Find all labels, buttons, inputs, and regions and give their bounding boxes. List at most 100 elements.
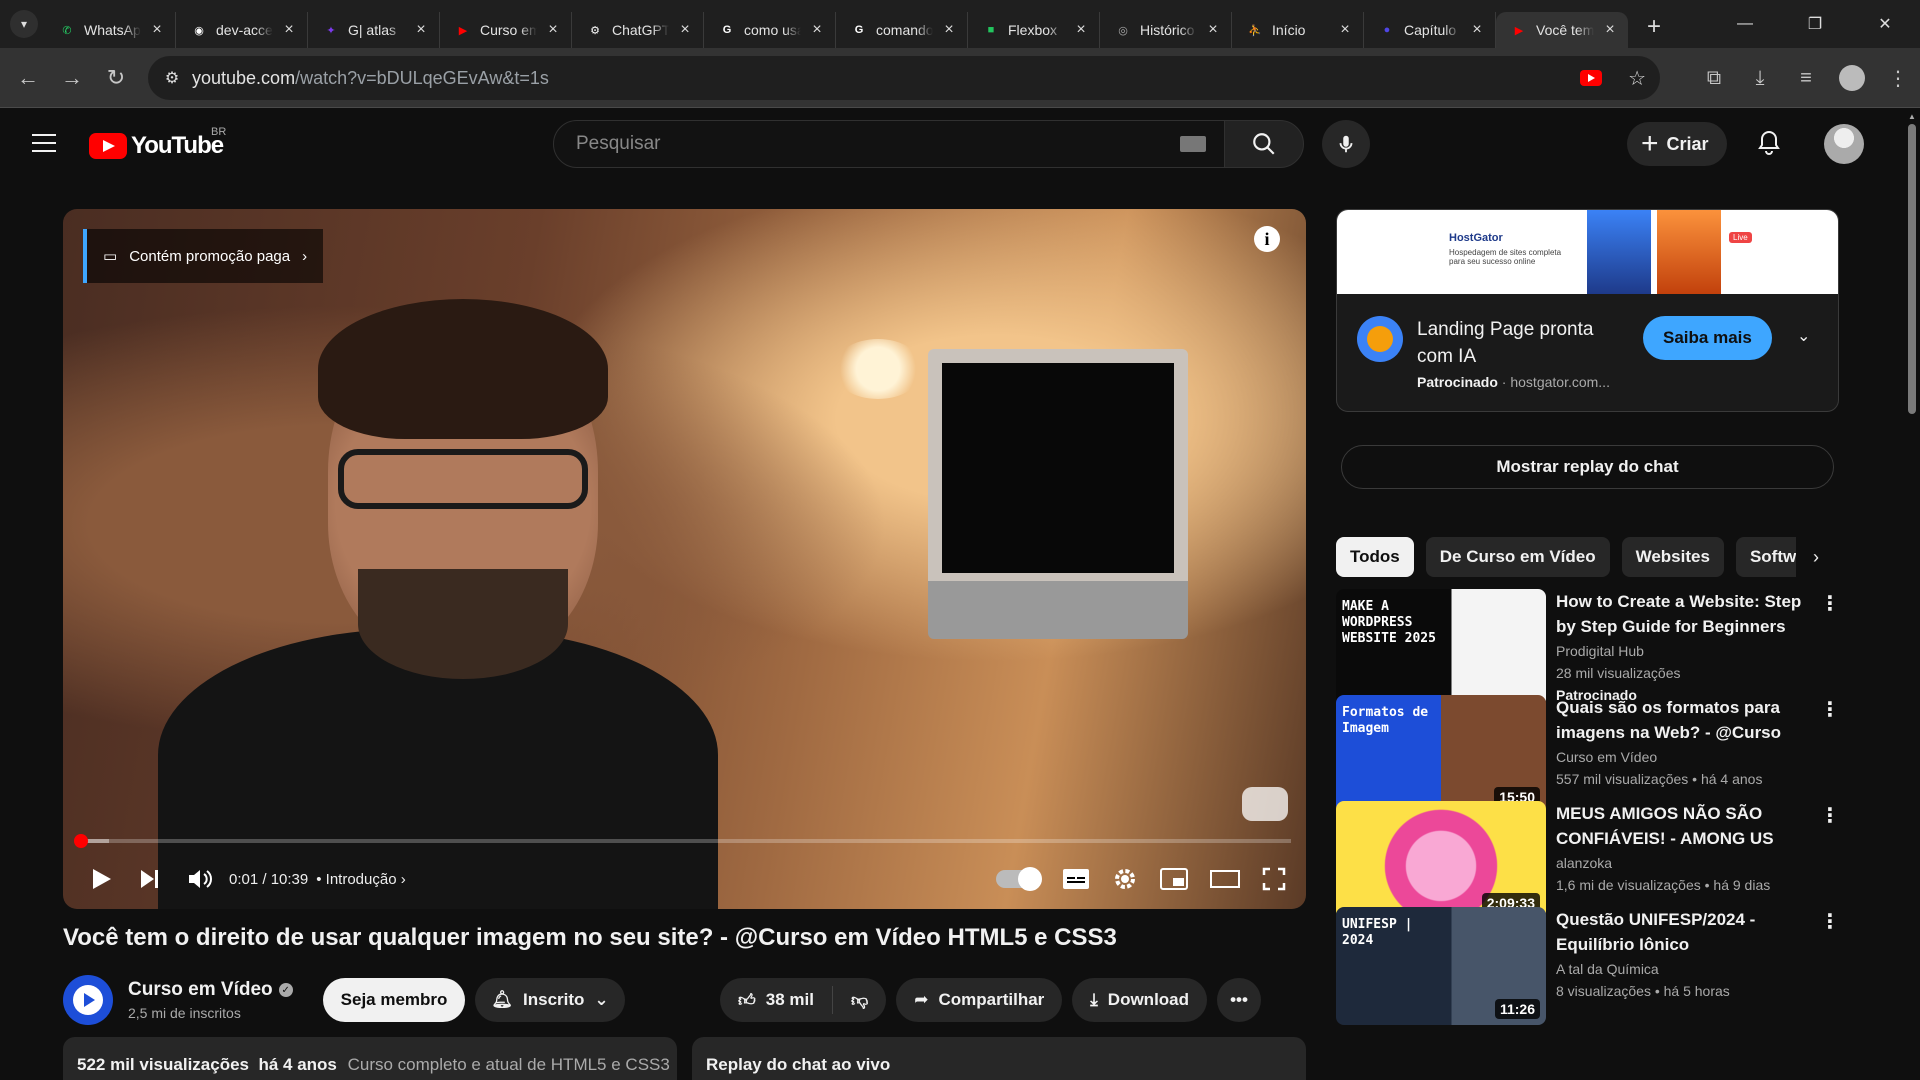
search-button[interactable] bbox=[1224, 120, 1304, 168]
url-text[interactable]: youtube.com/watch?v=bDULqeGEvAw&t=1s bbox=[192, 68, 549, 89]
play-button[interactable] bbox=[91, 859, 113, 899]
recommended-video[interactable]: 2:09:33 MEUS AMIGOS NÃO SÃO CONFIÁVEIS! … bbox=[1336, 801, 1840, 919]
browser-tab[interactable]: Gcomo usar× bbox=[704, 12, 836, 48]
youtube-logo[interactable]: YouTube BR bbox=[89, 126, 226, 160]
sponsored-ad-card[interactable]: HostGator Hospedagem de sites completa p… bbox=[1336, 209, 1839, 412]
channel-name[interactable]: alanzoka bbox=[1556, 855, 1612, 871]
more-vertical-icon[interactable]: ⋮ bbox=[1820, 909, 1840, 934]
ad-title[interactable]: Landing Page pronta com IA bbox=[1417, 316, 1617, 370]
close-window-button[interactable]: ✕ bbox=[1850, 0, 1920, 48]
channel-name[interactable]: Curso em Vídeo ✓ bbox=[128, 979, 293, 1001]
fullscreen-button[interactable] bbox=[1262, 859, 1286, 899]
browser-tab[interactable]: ◉dev-accessibility× bbox=[176, 12, 308, 48]
description-box[interactable]: 522 mil visualizações há 4 anos Curso co… bbox=[63, 1037, 677, 1080]
recommended-video[interactable]: UNIFESP | 2024 11:26 Questão UNIFESP/202… bbox=[1336, 907, 1840, 1025]
notifications-bell-icon[interactable] bbox=[1754, 128, 1784, 158]
tab-close-icon[interactable]: × bbox=[149, 21, 165, 39]
more-actions-button[interactable]: ••• bbox=[1217, 978, 1262, 1022]
video-title[interactable]: MEUS AMIGOS NÃO SÃO CONFIÁVEIS! - AMONG … bbox=[1556, 801, 1806, 851]
youtube-media-icon[interactable] bbox=[1580, 70, 1603, 86]
tab-close-icon[interactable]: × bbox=[677, 21, 693, 39]
next-button[interactable] bbox=[139, 859, 161, 899]
tab-close-icon[interactable]: × bbox=[1205, 21, 1221, 39]
join-button[interactable]: Seja membro bbox=[322, 978, 466, 1022]
account-avatar[interactable] bbox=[1824, 124, 1864, 164]
browser-tab[interactable]: ◎ Histórico × bbox=[1100, 12, 1232, 48]
tab-close-icon[interactable]: × bbox=[809, 21, 825, 39]
tab-close-icon[interactable]: × bbox=[1469, 21, 1485, 39]
video-thumbnail[interactable]: 2:09:33 bbox=[1336, 801, 1546, 919]
channel-watermark[interactable] bbox=[1242, 787, 1288, 821]
browser-tab[interactable]: ⛹ Início × bbox=[1232, 12, 1364, 48]
autoplay-toggle[interactable] bbox=[996, 867, 1042, 891]
tab-close-icon[interactable]: × bbox=[941, 21, 957, 39]
dislike-button[interactable]: 👎︎ bbox=[833, 990, 886, 1011]
live-chat-replay-panel[interactable]: Replay do chat ao vivo bbox=[692, 1037, 1306, 1080]
progress-bar[interactable] bbox=[74, 834, 1291, 848]
like-button[interactable]: 👍︎ 38 mil bbox=[720, 986, 833, 1014]
tab-close-icon[interactable]: × bbox=[545, 21, 561, 39]
more-vertical-icon[interactable]: ⋮ bbox=[1820, 697, 1840, 722]
reload-button[interactable]: ↻ bbox=[94, 56, 138, 100]
extensions-icon[interactable]: ⧉ bbox=[1692, 56, 1736, 100]
search-input[interactable] bbox=[576, 133, 1180, 155]
share-button[interactable]: ➦ Compartilhar bbox=[896, 978, 1063, 1022]
video-title[interactable]: Questão UNIFESP/2024 - Equilíbrio Iônico bbox=[1556, 907, 1806, 957]
browser-tab[interactable]: ● Capítulo × bbox=[1364, 12, 1496, 48]
bookmark-star-icon[interactable]: ☆ bbox=[1628, 66, 1646, 91]
settings-button[interactable] bbox=[1112, 859, 1138, 899]
learn-more-button[interactable]: Saiba mais bbox=[1643, 316, 1772, 360]
minimize-button[interactable]: — bbox=[1710, 0, 1780, 48]
video-thumbnail[interactable]: Formatos de Imagem 15:50 bbox=[1336, 695, 1546, 813]
forward-button[interactable]: → bbox=[50, 56, 94, 100]
site-info-icon[interactable]: ⚙ bbox=[152, 68, 192, 88]
chapter-button[interactable]: • Introdução › bbox=[316, 871, 405, 888]
tab-close-icon[interactable]: × bbox=[1602, 21, 1618, 39]
show-chat-replay-button[interactable]: Mostrar replay do chat bbox=[1341, 445, 1834, 489]
video-player[interactable]: ▭ Contém promoção paga › i 0:01 / 10:39 … bbox=[63, 209, 1306, 909]
back-button[interactable]: ← bbox=[6, 56, 50, 100]
channel-name[interactable]: Prodigital Hub bbox=[1556, 643, 1644, 659]
voice-search-button[interactable] bbox=[1322, 120, 1370, 168]
keyboard-icon[interactable] bbox=[1180, 136, 1206, 152]
downloads-icon[interactable]: ⤓ bbox=[1738, 56, 1782, 100]
browser-tab[interactable]: ✆WhatsApp× bbox=[44, 12, 176, 48]
more-vertical-icon[interactable]: ⋮ bbox=[1820, 591, 1840, 616]
page-scrollbar[interactable]: ▲ bbox=[1904, 108, 1920, 1080]
create-button[interactable]: + Criar bbox=[1627, 122, 1727, 166]
chevron-right-icon[interactable]: › bbox=[1796, 537, 1836, 577]
filter-chip[interactable]: De Curso em Vídeo bbox=[1425, 537, 1610, 577]
tab-close-icon[interactable]: × bbox=[1337, 21, 1353, 39]
info-icon[interactable]: i bbox=[1254, 226, 1280, 252]
subscribed-button[interactable]: 🔔︎ Inscrito ⌄ bbox=[475, 978, 625, 1022]
ad-banner-image[interactable]: HostGator Hospedagem de sites completa p… bbox=[1337, 210, 1838, 294]
browser-tab[interactable]: ▶ Você tem × bbox=[1496, 12, 1628, 48]
filter-chip[interactable]: Websites bbox=[1621, 537, 1724, 577]
profile-avatar[interactable] bbox=[1830, 56, 1874, 100]
video-title[interactable]: How to Create a Website: Step by Step Gu… bbox=[1556, 589, 1806, 639]
media-controls-icon[interactable]: ≡ bbox=[1784, 56, 1828, 100]
recommended-video[interactable]: Formatos de Imagem 15:50 Quais são os fo… bbox=[1336, 695, 1840, 813]
recommended-video[interactable]: MAKE A WORDPRESS WEBSITE 2025 How to Cre… bbox=[1336, 589, 1840, 707]
theater-mode-button[interactable] bbox=[1210, 859, 1240, 899]
browser-tab[interactable]: Gcomando × bbox=[836, 12, 968, 48]
browser-tab[interactable]: ⚙ ChatGPT × bbox=[572, 12, 704, 48]
miniplayer-button[interactable] bbox=[1160, 859, 1188, 899]
more-vertical-icon[interactable]: ⋮ bbox=[1820, 803, 1840, 828]
browser-tab[interactable]: ▶Curso em Vídeo× bbox=[440, 12, 572, 48]
tab-close-icon[interactable]: × bbox=[1073, 21, 1089, 39]
video-title[interactable]: Quais são os formatos para imagens na We… bbox=[1556, 695, 1806, 745]
channel-avatar[interactable] bbox=[63, 975, 113, 1025]
restore-button[interactable]: ❐ bbox=[1780, 0, 1850, 48]
tab-close-icon[interactable]: × bbox=[413, 21, 429, 39]
video-thumbnail[interactable]: UNIFESP | 2024 11:26 bbox=[1336, 907, 1546, 1025]
channel-name[interactable]: A tal da Química bbox=[1556, 961, 1659, 977]
new-tab-button[interactable]: + bbox=[1638, 11, 1670, 43]
video-thumbnail[interactable]: MAKE A WORDPRESS WEBSITE 2025 bbox=[1336, 589, 1546, 707]
volume-button[interactable] bbox=[187, 859, 213, 899]
chevron-down-icon[interactable]: ⌄ bbox=[1797, 326, 1810, 346]
download-button[interactable]: ⤓ Download bbox=[1072, 978, 1208, 1022]
tab-search-button[interactable]: ▾ bbox=[10, 10, 38, 38]
scrubber-handle[interactable] bbox=[74, 834, 89, 848]
address-bar[interactable]: ⚙ youtube.com/watch?v=bDULqeGEvAw&t=1s ☆ bbox=[148, 56, 1660, 100]
